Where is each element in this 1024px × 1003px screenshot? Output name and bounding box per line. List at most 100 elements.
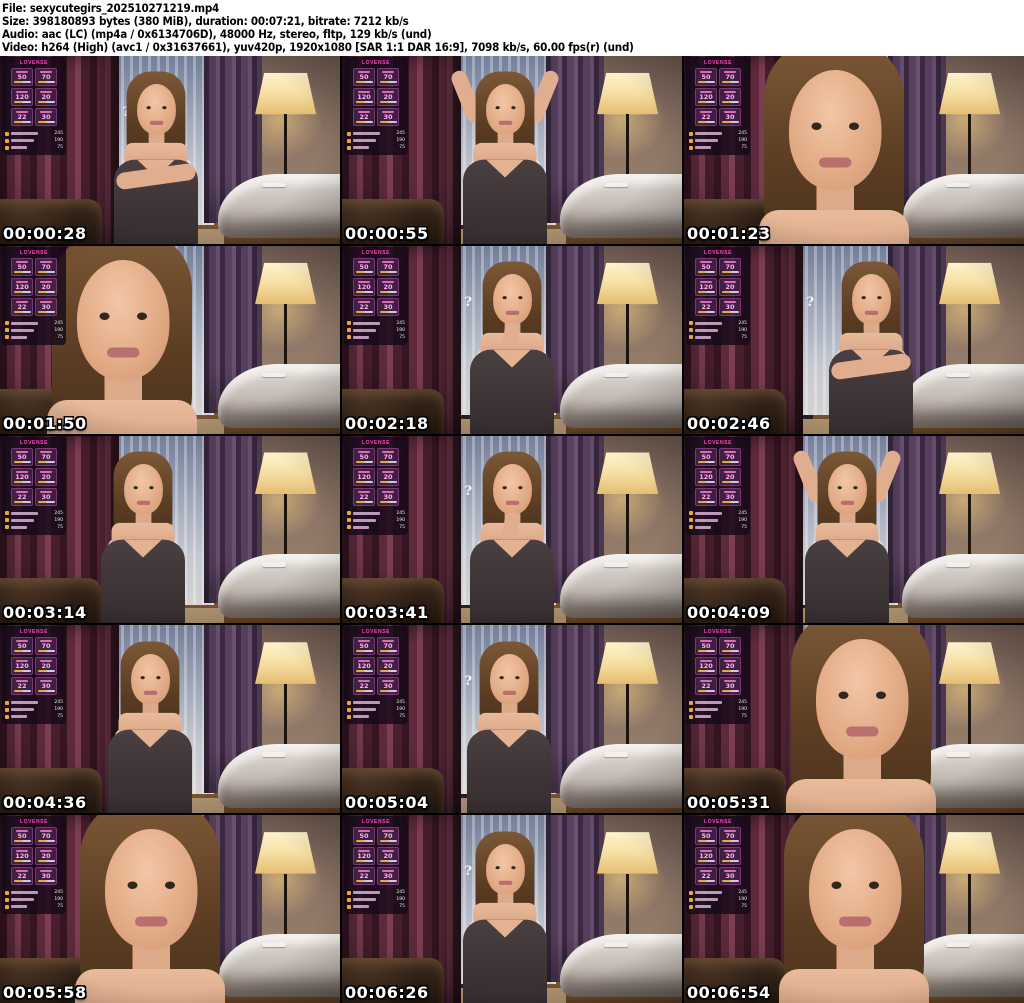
tip-amount: 120 xyxy=(699,93,713,101)
trophy-icon xyxy=(5,525,9,530)
username-blur xyxy=(11,905,27,909)
trophy-icon xyxy=(347,131,351,136)
tile-sub-bar xyxy=(37,81,55,83)
tile-sub-bar xyxy=(37,650,55,653)
trophy-icon xyxy=(347,138,351,143)
video-frame: ? xyxy=(0,815,340,1003)
tip-tile: 50 xyxy=(695,637,717,656)
tip-amount: 70 xyxy=(725,642,735,651)
trophy-icon xyxy=(689,700,693,705)
tip-menu-overlay: LOVENSE 50 70 120 20 22 30 245 190 75 xyxy=(686,57,750,155)
tip-menu-overlay: LOVENSE 50 70 120 20 22 30 245 190 75 xyxy=(2,816,66,915)
tip-menu-tiles: 50 70 120 20 22 30 xyxy=(695,827,741,886)
tile-sub-bar xyxy=(37,690,55,693)
tip-amount: 22 xyxy=(359,302,369,311)
tip-tile: 50 xyxy=(353,68,375,86)
tip-tile: 120 xyxy=(353,88,375,106)
tile-sub-bar xyxy=(721,670,739,673)
username-blur xyxy=(695,708,718,712)
leaderboard-row: 190 xyxy=(5,137,63,144)
tile-sub-bar xyxy=(355,500,373,503)
leaderboard-score: 190 xyxy=(54,327,63,333)
trophy-icon xyxy=(347,700,351,705)
tile-sub-bar xyxy=(697,101,715,103)
tip-tile: 22 xyxy=(353,487,375,506)
tip-menu-overlay: LOVENSE 50 70 120 20 22 30 245 190 75 xyxy=(686,246,750,345)
username-blur xyxy=(695,898,718,902)
video-thumbnail: ? xyxy=(0,815,340,1003)
lovense-banner: LOVENSE xyxy=(361,629,391,636)
tip-tile: 70 xyxy=(35,68,57,86)
tip-menu-tiles: 50 70 120 20 22 30 xyxy=(353,637,399,696)
tip-tile: 22 xyxy=(353,297,375,316)
leaderboard-score: 190 xyxy=(738,897,747,903)
tile-sub-bar xyxy=(13,460,31,463)
remote-on-table xyxy=(603,372,628,378)
tile-sub-bar xyxy=(37,860,55,863)
tip-amount: 50 xyxy=(701,73,711,81)
tip-amount: 30 xyxy=(725,113,735,121)
tip-amount: 22 xyxy=(359,682,369,691)
tip-leaderboard: 245 190 75 xyxy=(347,130,405,151)
username-blur xyxy=(353,132,380,135)
tip-tile: 22 xyxy=(353,867,375,886)
remote-on-table xyxy=(603,182,628,188)
tile-sub-bar xyxy=(379,310,397,313)
tip-amount: 22 xyxy=(701,492,711,501)
tile-sub-bar xyxy=(697,500,715,503)
tip-amount: 120 xyxy=(699,852,713,861)
remote-on-table xyxy=(945,562,970,568)
tip-menu-overlay: LOVENSE 50 70 120 20 22 30 245 190 75 xyxy=(344,626,408,725)
tip-amount: 120 xyxy=(357,282,371,291)
remote-on-table xyxy=(945,372,970,378)
tile-sub-bar xyxy=(721,310,739,313)
tip-amount: 70 xyxy=(725,73,735,81)
tip-tile: 70 xyxy=(719,257,741,276)
tip-amount: 30 xyxy=(725,872,735,881)
tip-amount: 50 xyxy=(359,262,369,271)
leaderboard-row: 245 xyxy=(5,510,63,517)
tip-tile: 70 xyxy=(377,447,399,466)
tile-sub-bar xyxy=(37,480,55,483)
tile-sub-bar xyxy=(37,101,55,103)
tip-tile: 20 xyxy=(377,847,399,866)
timestamp-label: 00:02:18 xyxy=(345,413,429,433)
trophy-icon xyxy=(689,511,693,516)
tip-menu-tiles: 50 70 120 20 22 30 xyxy=(695,637,741,696)
tip-tile: 50 xyxy=(695,827,717,846)
tip-leaderboard: 245 190 75 xyxy=(5,699,63,720)
tile-sub-bar xyxy=(355,860,373,863)
tile-sub-bar xyxy=(37,121,55,123)
tip-amount: 20 xyxy=(725,282,735,291)
leaderboard-score: 190 xyxy=(738,707,747,713)
username-blur xyxy=(353,715,369,719)
tip-leaderboard: 245 190 75 xyxy=(5,889,63,910)
dark-tank-top xyxy=(107,729,192,814)
trophy-icon xyxy=(5,707,9,712)
username-blur xyxy=(11,132,38,135)
username-blur xyxy=(695,905,711,909)
tile-sub-bar xyxy=(721,460,739,463)
timestamp-label: 00:05:04 xyxy=(345,793,429,813)
tip-amount: 30 xyxy=(383,872,393,881)
leaderboard-row: 245 xyxy=(5,889,63,896)
dark-tank-top xyxy=(463,159,548,244)
tip-tile: 120 xyxy=(695,657,717,676)
video-frame: ? xyxy=(684,625,1024,814)
tip-amount: 30 xyxy=(383,682,393,691)
tile-sub-bar xyxy=(379,650,397,653)
trophy-icon xyxy=(347,525,351,530)
lovense-banner: LOVENSE xyxy=(703,629,733,636)
leaderboard-row: 190 xyxy=(689,327,747,334)
tip-amount: 120 xyxy=(357,93,371,101)
tile-sub-bar xyxy=(13,480,31,483)
dark-tank-top xyxy=(100,539,185,624)
leaderboard-score: 245 xyxy=(54,320,63,326)
tip-tile: 30 xyxy=(377,487,399,506)
tip-menu-tiles: 50 70 120 20 22 30 xyxy=(11,637,57,696)
tip-amount: 20 xyxy=(725,852,735,861)
tip-amount: 120 xyxy=(15,282,29,291)
trophy-icon xyxy=(5,890,9,895)
username-blur xyxy=(11,146,27,149)
tip-amount: 70 xyxy=(383,832,393,841)
